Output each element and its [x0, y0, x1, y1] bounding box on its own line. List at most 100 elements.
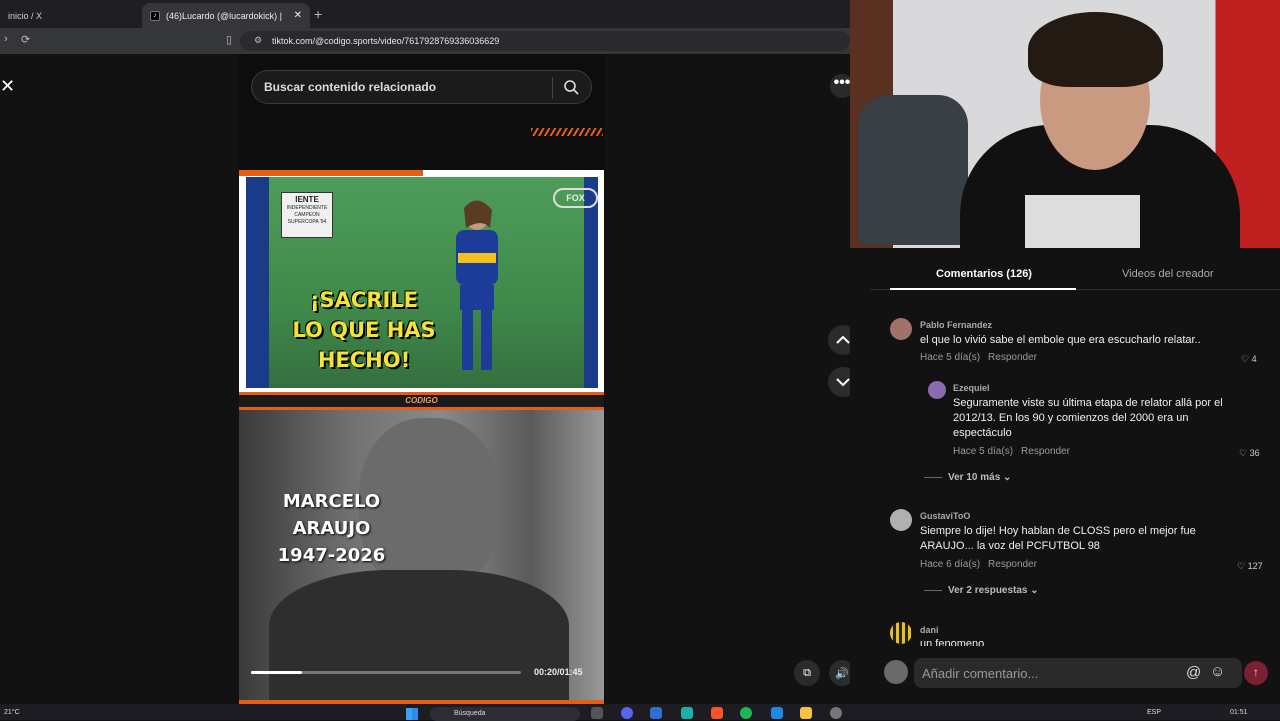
bw-photo: MARCELO ARAUJO 1947-2026: [239, 410, 604, 704]
volume-icon: 🔊: [835, 667, 849, 680]
webcam-hair: [1028, 12, 1163, 87]
pip-icon: ⧉: [803, 666, 811, 679]
avatar[interactable]: [928, 381, 946, 399]
progress-fill: [251, 671, 303, 674]
search-input[interactable]: Buscar contenido relacionado: [264, 80, 436, 94]
scoreboard-team: IENTE: [295, 195, 319, 204]
comment-meta: Hace 6 día(s) Responder: [920, 559, 1037, 570]
avatar[interactable]: [890, 509, 912, 531]
comment-time: Hace 6 día(s): [920, 559, 981, 570]
reply-button[interactable]: Responder: [1021, 446, 1070, 457]
comment-text: Seguramente viste su última etapa de rel…: [953, 397, 1223, 439]
webcam-shirt-print: [1025, 195, 1140, 248]
comments-tabs: [870, 248, 1280, 290]
comment-meta: Hace 5 día(s) Responder: [953, 446, 1070, 457]
new-tab-button[interactable]: +: [314, 6, 322, 22]
tab-x[interactable]: inicio / X: [0, 3, 140, 28]
chevron-down-icon: ⌄: [1003, 472, 1012, 483]
heart-icon: ♡: [1239, 448, 1250, 458]
close-icon[interactable]: ✕: [0, 76, 15, 97]
tab-tiktok[interactable]: ♪ (46)Lucardo (@lucardokick) | ✕: [142, 3, 310, 28]
like-count: 127: [1247, 561, 1263, 571]
comment-user[interactable]: Pablo Fernandez: [920, 320, 992, 330]
spotify-icon[interactable]: [740, 707, 752, 719]
comment-input[interactable]: Añadir comentario...: [922, 666, 1038, 681]
taskbar-app-icon[interactable]: [650, 707, 662, 719]
view-more-replies[interactable]: Ver 2 respuestas ⌄: [924, 585, 1039, 596]
comment-user[interactable]: Ezequiel: [953, 383, 990, 393]
video-player[interactable]: IENTE INDEPENDIENTE CAMPEON SUPERCOPA '94…: [239, 170, 604, 704]
language-indicator[interactable]: ESP: [1147, 709, 1161, 716]
discord-icon[interactable]: [621, 707, 633, 719]
taskbar-app-icon[interactable]: [830, 707, 842, 719]
chevron-up-icon: [836, 335, 850, 344]
brave-icon[interactable]: [711, 707, 723, 719]
taskbar-search-label: Búsqueda: [454, 710, 486, 717]
scoreboard-text: INDEPENDIENTE CAMPEON SUPERCOPA '94: [286, 205, 328, 225]
reload-icon[interactable]: ⟳: [21, 33, 30, 46]
send-button[interactable]: ↑: [1244, 661, 1268, 685]
reply-button[interactable]: Responder: [988, 559, 1037, 570]
bookmark-icon[interactable]: ▯: [226, 33, 232, 46]
like-count: 36: [1249, 448, 1260, 458]
close-icon[interactable]: ✕: [294, 10, 302, 21]
taskbar-app-icon[interactable]: [771, 707, 783, 719]
search-icon[interactable]: [563, 79, 579, 95]
tiktok-icon: ♪: [150, 10, 160, 21]
reply-button[interactable]: Responder: [988, 352, 1037, 363]
clock[interactable]: 01:51: [1230, 709, 1248, 716]
tab-comments[interactable]: Comentarios (126): [936, 268, 1032, 280]
windows-taskbar: 21°C Búsqueda ESP 01:51: [0, 704, 1280, 721]
video-caption: ¡SACRILE LO QUE HAS HECHO!: [292, 288, 436, 372]
comment-text: el que lo vivió sabe el embole que era e…: [920, 334, 1201, 346]
folder-icon[interactable]: [800, 707, 812, 719]
tab-label: (46)Lucardo (@lucardokick) |: [166, 10, 283, 21]
taskbar-search[interactable]: Búsqueda: [430, 707, 580, 721]
like-count: 4: [1251, 354, 1257, 364]
like-button[interactable]: ♡ 36: [1239, 448, 1260, 459]
divider: [552, 77, 553, 99]
pip-button[interactable]: ⧉: [794, 660, 820, 686]
view-more-replies[interactable]: Ver 10 más ⌄: [924, 472, 1011, 483]
heart-icon: ♡: [1241, 354, 1252, 364]
like-button[interactable]: ♡ 127: [1237, 561, 1263, 572]
taskbar-app-icon[interactable]: [681, 707, 693, 719]
name-caption: MARCELO ARAUJO 1947-2026: [277, 491, 386, 566]
chevron-down-icon: [836, 378, 850, 387]
video-progress-bar[interactable]: [251, 671, 521, 674]
video-time: 00:20/01:45: [534, 667, 583, 677]
webcam-chair: [858, 95, 968, 245]
comment-text: un fenomeno: [920, 638, 985, 646]
comment-meta: Hace 5 día(s) Responder: [920, 352, 1037, 363]
weather-widget[interactable]: 21°C: [4, 709, 20, 716]
scoreboard-graphic: IENTE INDEPENDIENTE CAMPEON SUPERCOPA '94: [281, 192, 333, 238]
chevron-down-icon: ⌄: [1030, 585, 1039, 596]
site-settings-icon[interactable]: ⚙: [254, 35, 262, 46]
forward-icon[interactable]: ›: [4, 33, 8, 45]
url-field[interactable]: tiktok.com/@codigo.sports/video/76179287…: [240, 31, 850, 51]
mention-icon[interactable]: @: [1186, 664, 1201, 681]
tab-label: inicio / X: [8, 10, 43, 21]
comment-text: Siempre lo dije! Hoy hablan de CLOSS per…: [920, 525, 1196, 552]
taskbar-app-icon[interactable]: [591, 707, 603, 719]
emoji-icon[interactable]: ☺: [1210, 663, 1225, 680]
portrait-suit: [269, 570, 569, 704]
arrow-up-icon: ↑: [1253, 665, 1259, 679]
avatar[interactable]: [890, 318, 912, 340]
orange-bar: [239, 170, 423, 176]
like-button[interactable]: ♡ 4: [1241, 354, 1257, 365]
comment-user[interactable]: dani: [920, 625, 939, 635]
comment-user[interactable]: GustaviToO: [920, 511, 970, 521]
view-more-label: Ver 10 más: [948, 472, 1001, 483]
comment-time: Hace 5 día(s): [953, 446, 1014, 457]
tab-creator-videos[interactable]: Videos del creador: [1122, 268, 1214, 280]
add-comment-field[interactable]: Añadir comentario... @ ☺: [914, 658, 1242, 688]
active-tab-underline: [890, 288, 1076, 290]
comment-time: Hace 5 día(s): [920, 352, 981, 363]
windows-start-icon[interactable]: [406, 708, 418, 720]
broadcaster-logo: FOX: [553, 188, 598, 208]
view-more-label: Ver 2 respuestas: [948, 585, 1028, 596]
avatar: [884, 660, 908, 684]
brand-bar: CODIGO: [239, 392, 604, 410]
search-bar[interactable]: Buscar contenido relacionado: [251, 70, 592, 104]
